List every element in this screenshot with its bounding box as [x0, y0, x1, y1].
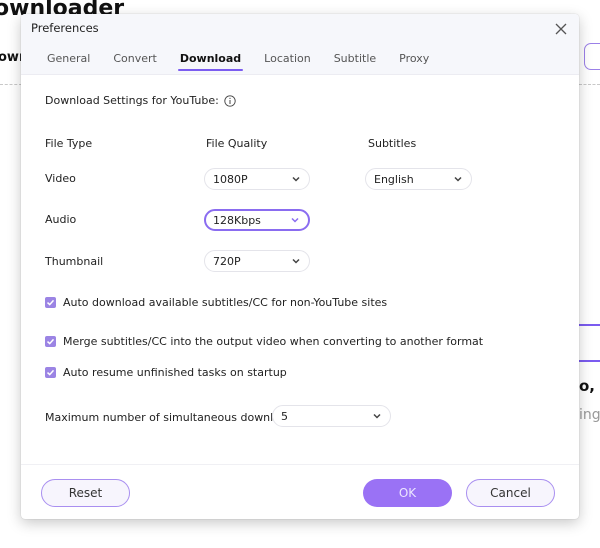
- max-downloads-label: Maximum number of simultaneous downloads…: [45, 411, 304, 424]
- row-label-video: Video: [45, 172, 76, 185]
- close-icon: [555, 23, 567, 35]
- ok-button[interactable]: OK: [363, 479, 452, 507]
- column-file-type: File Type: [45, 137, 93, 150]
- checkbox-merge-subtitles[interactable]: [45, 336, 56, 347]
- max-downloads-value: 5: [281, 409, 288, 423]
- max-downloads-select[interactable]: 5: [272, 405, 391, 427]
- tab-general[interactable]: General: [47, 52, 90, 69]
- thumbnail-quality-value: 720P: [213, 254, 241, 268]
- tab-location[interactable]: Location: [264, 52, 311, 69]
- background-text: ing.: [579, 407, 600, 423]
- tab-subtitle[interactable]: Subtitle: [334, 52, 376, 69]
- dialog-header: Preferences General Convert Download Loc…: [21, 14, 579, 75]
- divider: [579, 84, 600, 85]
- dialog-title: Preferences: [31, 21, 99, 35]
- reset-button[interactable]: Reset: [41, 479, 130, 507]
- accent-line: [579, 360, 600, 362]
- checkbox-auto-resume[interactable]: [45, 367, 56, 378]
- checkmark-icon: [46, 338, 55, 345]
- section-title: Download Settings for YouTube:: [45, 94, 236, 107]
- checkbox-label: Auto resume unfinished tasks on startup: [63, 366, 287, 379]
- background-heading: o, c: [579, 377, 600, 395]
- preferences-dialog: Preferences General Convert Download Loc…: [21, 14, 579, 519]
- chevron-down-icon: [292, 258, 300, 264]
- chevron-down-icon: [454, 176, 462, 182]
- chevron-down-icon: [373, 413, 381, 419]
- checkbox-auto-download-subtitles[interactable]: [45, 297, 56, 308]
- checkbox-label: Merge subtitles/CC into the output video…: [63, 335, 484, 348]
- checkbox-label: Auto download available subtitles/CC for…: [63, 296, 388, 309]
- audio-quality-value: 128Kbps: [213, 213, 261, 227]
- dialog-footer: Reset OK Cancel: [21, 464, 579, 519]
- background-button[interactable]: [584, 43, 600, 70]
- divider: [0, 84, 22, 85]
- video-subtitle-value: English: [374, 172, 414, 186]
- cancel-button[interactable]: Cancel: [466, 479, 555, 507]
- section-title-text: Download Settings for YouTube:: [45, 94, 219, 107]
- close-button[interactable]: [551, 19, 571, 39]
- column-subtitles: Subtitles: [368, 137, 417, 150]
- video-subtitle-select[interactable]: English: [365, 168, 472, 190]
- audio-quality-select[interactable]: 128Kbps: [204, 209, 310, 231]
- accent-line: [579, 324, 600, 326]
- thumbnail-quality-select[interactable]: 720P: [204, 250, 310, 272]
- row-label-audio: Audio: [45, 213, 77, 226]
- video-quality-select[interactable]: 1080P: [204, 168, 310, 190]
- column-file-quality: File Quality: [206, 137, 268, 150]
- tab-bar: General Convert Download Location Subtit…: [47, 52, 452, 71]
- checkbox-row-merge-subtitles[interactable]: Merge subtitles/CC into the output video…: [45, 335, 483, 348]
- checkbox-row-auto-download-subtitles[interactable]: Auto download available subtitles/CC for…: [45, 296, 387, 309]
- info-icon[interactable]: [224, 94, 236, 107]
- chevron-down-icon: [292, 176, 300, 182]
- checkmark-icon: [46, 369, 55, 376]
- video-quality-value: 1080P: [213, 172, 248, 186]
- chevron-down-icon: [291, 217, 299, 223]
- checkmark-icon: [46, 299, 55, 306]
- checkbox-row-auto-resume[interactable]: Auto resume unfinished tasks on startup: [45, 366, 287, 379]
- tab-download[interactable]: Download: [177, 52, 244, 71]
- tab-convert[interactable]: Convert: [113, 52, 157, 69]
- row-label-thumbnail: Thumbnail: [45, 255, 104, 268]
- tab-proxy[interactable]: Proxy: [399, 52, 429, 69]
